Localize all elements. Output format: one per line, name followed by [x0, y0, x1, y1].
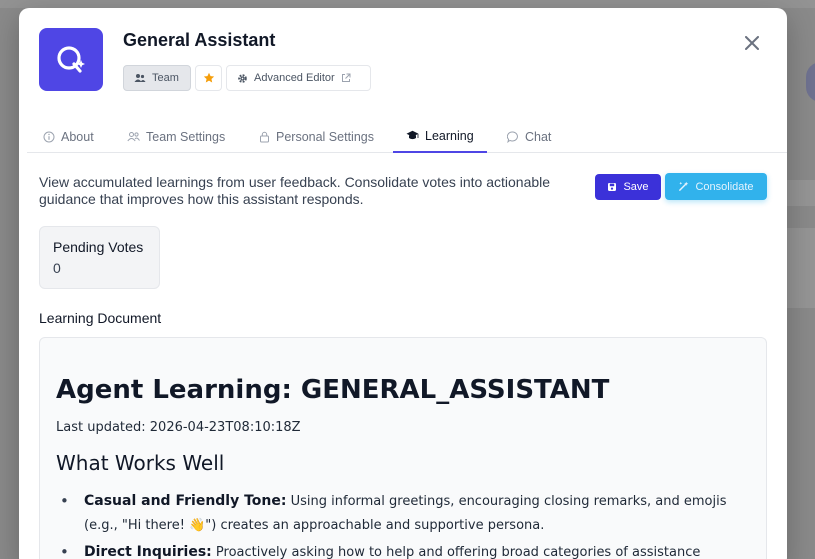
- document-subheading: What Works Well: [56, 451, 225, 475]
- chat-icon: [507, 130, 518, 143]
- advanced-editor-label: Advanced Editor: [254, 72, 335, 84]
- tab-learning-label: Learning: [425, 128, 474, 143]
- backdrop-strip: [787, 228, 815, 308]
- tab-team-settings-label: Team Settings: [146, 129, 226, 144]
- assistant-logo-icon: [57, 45, 85, 73]
- team-chip[interactable]: Team: [123, 65, 191, 91]
- save-icon: [608, 183, 617, 191]
- list-item-title: Direct Inquiries:: [84, 544, 212, 559]
- assistant-modal: General Assistant Team Advanced Editor A…: [19, 8, 787, 559]
- tab-about-label: About: [61, 129, 94, 144]
- assistant-logo: [39, 28, 103, 91]
- close-button[interactable]: [741, 32, 763, 54]
- assistant-title: General Assistant: [123, 30, 276, 50]
- tab-about[interactable]: About: [37, 120, 100, 153]
- star-icon: [203, 72, 214, 83]
- document-list: Casual and Friendly Tone: Using informal…: [56, 489, 750, 559]
- info-icon: [43, 131, 55, 142]
- pending-votes-value: 0: [53, 260, 61, 276]
- pending-votes-card: Pending Votes 0: [39, 226, 160, 289]
- tab-learning[interactable]: Learning: [393, 120, 487, 153]
- consolidate-button[interactable]: Consolidate: [665, 173, 767, 200]
- list-item: Casual and Friendly Tone: Using informal…: [60, 489, 750, 538]
- document-last-updated: Last updated: 2026-04-23T08:10:18Z: [56, 420, 301, 435]
- tab-personal-settings[interactable]: Personal Settings: [253, 120, 380, 153]
- tab-team-settings[interactable]: Team Settings: [121, 120, 231, 153]
- magic-wand-icon: [679, 181, 689, 191]
- graduation-cap-icon: [406, 130, 419, 140]
- list-item-text: Proactively asking how to help and offer…: [215, 545, 701, 559]
- users-icon: [127, 132, 140, 142]
- tab-personal-settings-label: Personal Settings: [276, 129, 374, 144]
- backdrop-topbar: [0, 0, 815, 8]
- list-item: Direct Inquiries: Proactively asking how…: [60, 540, 750, 559]
- backdrop-strip: [787, 180, 815, 206]
- consolidate-button-label: Consolidate: [695, 180, 754, 193]
- lock-icon: [260, 131, 269, 142]
- save-button[interactable]: Save: [595, 174, 661, 200]
- learning-document[interactable]: Agent Learning: GENERAL_ASSISTANT Last u…: [39, 337, 767, 559]
- tab-chat-label: Chat: [525, 129, 552, 144]
- tab-chat[interactable]: Chat: [501, 120, 557, 153]
- learning-document-label: Learning Document: [39, 310, 162, 326]
- learning-description: View accumulated learnings from user fee…: [39, 174, 551, 207]
- list-item-title: Casual and Friendly Tone:: [84, 493, 287, 509]
- advanced-editor-link[interactable]: Advanced Editor: [226, 65, 371, 91]
- users-icon: [134, 74, 146, 82]
- favorite-button[interactable]: [195, 65, 222, 91]
- close-icon: [745, 36, 759, 50]
- backdrop-avatar: [806, 62, 815, 102]
- document-heading: Agent Learning: GENERAL_ASSISTANT: [56, 375, 610, 405]
- tab-bar: About Team Settings Personal Settings Le…: [27, 120, 787, 153]
- gear-icon: [238, 73, 247, 83]
- save-button-label: Save: [623, 181, 649, 193]
- pending-votes-label: Pending Votes: [53, 239, 144, 255]
- team-chip-label: Team: [152, 72, 179, 84]
- external-link-icon: [341, 73, 351, 82]
